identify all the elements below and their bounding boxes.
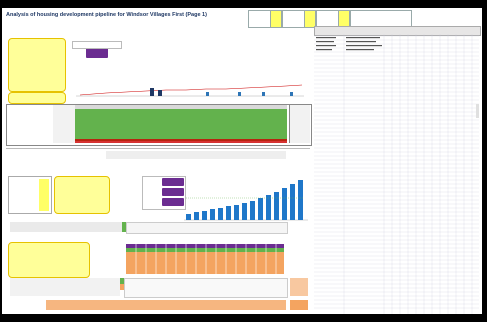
note-callout (54, 176, 110, 214)
proportion-table (6, 278, 310, 298)
header-box (248, 10, 272, 28)
trajectory-table (6, 220, 310, 234)
proportion-stacked-chart (126, 244, 284, 274)
kpi-panel (142, 176, 186, 210)
header-box (282, 10, 306, 28)
data-table-small (8, 176, 52, 214)
header-notes (420, 10, 478, 26)
page-title: Analysis of housing development pipeline… (6, 12, 207, 18)
trajectory-bar-chart (184, 180, 308, 221)
subtable (6, 148, 310, 165)
scheme-list-table (314, 26, 481, 314)
spreadsheet-page: Analysis of housing development pipeline… (2, 8, 482, 314)
note-callout (8, 242, 90, 278)
note-callout (8, 92, 66, 104)
summary-row (6, 300, 310, 312)
pipeline-table (6, 104, 312, 146)
note-callout (8, 38, 66, 92)
pipeline-chart (76, 84, 304, 97)
header-box-highlight (270, 10, 282, 28)
scrollbar-thumb[interactable] (476, 104, 479, 118)
